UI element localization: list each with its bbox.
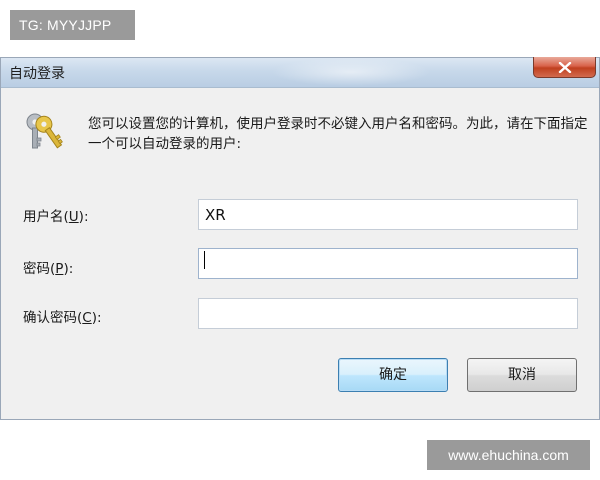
title-bar: 自动登录 (1, 57, 599, 88)
text-caret (204, 251, 205, 269)
dialog-title: 自动登录 (9, 66, 65, 82)
keys-icon (26, 113, 63, 149)
watermark-top: TG: MYYJJPP (10, 10, 135, 40)
password-label: 密码(P): (23, 261, 74, 277)
dialog-message: 您可以设置您的计算机，使用户登录时不必键入用户名和密码。为此，请在下面指定一个可… (88, 116, 588, 152)
watermark-bottom: www.ehuchina.com (427, 440, 590, 470)
close-button[interactable] (533, 57, 596, 78)
username-label: 用户名(U): (23, 209, 89, 225)
ok-button[interactable]: 确定 (338, 358, 448, 392)
cancel-button[interactable]: 取消 (467, 358, 577, 392)
auto-login-dialog: 自动登录 您可以设置您的计算机，使用户登录时不必键入用户名和密码。为此，请在下面… (0, 57, 600, 420)
title-bar-glow (271, 58, 431, 86)
username-field[interactable] (198, 199, 578, 230)
confirm-password-field[interactable] (198, 298, 578, 329)
confirm-password-label: 确认密码(C): (23, 310, 102, 326)
close-icon (558, 62, 572, 73)
password-field[interactable] (198, 248, 578, 279)
